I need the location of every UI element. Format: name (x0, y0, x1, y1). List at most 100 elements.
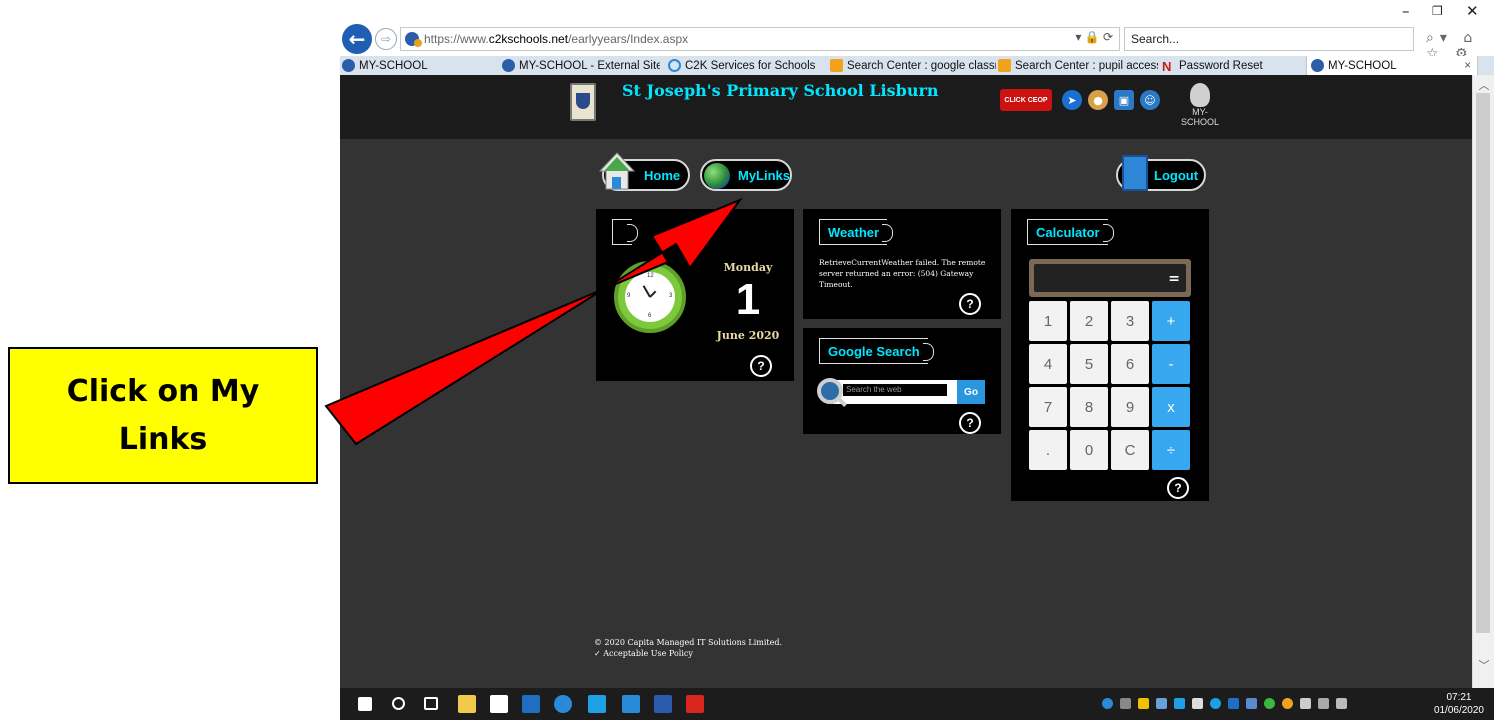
logo-text: MY-SCHOOL (1180, 107, 1219, 127)
google-help-icon[interactable]: ? (959, 412, 981, 434)
scroll-thumb[interactable] (1476, 93, 1490, 633)
scroll-down-icon[interactable]: ﹀ (1476, 657, 1492, 672)
calc-key[interactable]: 4 (1029, 344, 1067, 384)
google-search-panel: Google Search Search the web Go ? (803, 328, 1001, 434)
calc-key[interactable]: 7 (1029, 387, 1067, 427)
calc-key[interactable]: 2 (1070, 301, 1108, 341)
calc-key[interactable]: 5 (1070, 344, 1108, 384)
clock-day: Monday (723, 261, 773, 274)
cookie-icon[interactable]: ● (1088, 90, 1108, 110)
mylinks-button[interactable]: MyLinks (700, 159, 792, 191)
calc-key-clear[interactable]: C (1111, 430, 1149, 470)
logout-button[interactable]: Logout (1116, 155, 1206, 191)
equals-key[interactable]: = (1168, 271, 1180, 287)
door-icon (1122, 155, 1148, 191)
taskbar-clock[interactable]: 07:21 01/06/2020 (1434, 691, 1484, 717)
tab-my-school-external[interactable]: MY-SCHOOL - External Site (502, 56, 660, 75)
pointer-icon[interactable]: ➤ (1062, 90, 1082, 110)
calc-key-minus[interactable]: - (1152, 344, 1190, 384)
calc-key[interactable]: 6 (1111, 344, 1149, 384)
clock-panel: 12 3 6 9 Monday 1 June 2020 ? (596, 209, 794, 381)
tray-icon[interactable] (1282, 698, 1293, 709)
word-icon[interactable] (654, 695, 672, 713)
scrollbar[interactable]: ︿ ﹀ (1472, 75, 1494, 688)
wifi-icon[interactable] (1318, 698, 1329, 709)
calc-key-divide[interactable]: ÷ (1152, 430, 1190, 470)
minimize-button[interactable]: – (1402, 2, 1410, 20)
skype-tray-icon[interactable] (1210, 698, 1221, 709)
web-search-input[interactable]: Search the web (833, 380, 957, 404)
scroll-up-icon[interactable]: ︿ (1476, 77, 1492, 92)
acceptable-use-link[interactable]: ✓ Acceptable Use Policy (594, 648, 782, 659)
head-silhouette-icon (1190, 83, 1210, 107)
tray-icon[interactable] (1174, 698, 1185, 709)
url-domain: c2kschools.net (488, 32, 569, 46)
check-icon: ✓ (594, 649, 604, 658)
tab-my-school-1[interactable]: MY-SCHOOL (342, 56, 512, 75)
ceop-button[interactable]: CLICK CEOP (1000, 89, 1052, 111)
acrobat-icon[interactable] (686, 695, 704, 713)
search-input[interactable]: Search... (1124, 27, 1414, 51)
calc-key[interactable]: 1 (1029, 301, 1067, 341)
tab-my-school-active[interactable]: MY-SCHOOL × (1306, 56, 1478, 75)
internet-explorer-icon[interactable] (554, 695, 572, 713)
task-view-icon[interactable] (424, 697, 438, 710)
tray-icon[interactable] (1246, 698, 1257, 709)
clock-panel-title (612, 219, 638, 245)
site-icon (342, 59, 355, 72)
outlook-icon[interactable] (522, 695, 540, 713)
home-button[interactable]: Home (598, 152, 690, 191)
calc-key[interactable]: . (1029, 430, 1067, 470)
calc-key[interactable]: 0 (1070, 430, 1108, 470)
volume-icon[interactable] (1336, 698, 1347, 709)
search-icon[interactable] (392, 697, 405, 710)
taskbar: 07:21 01/06/2020 (340, 688, 1494, 720)
calculator-help-icon[interactable]: ? (1167, 477, 1189, 499)
tab-password-reset[interactable]: N Password Reset (1162, 56, 1302, 75)
accessibility-icon[interactable]: ☺ (1140, 90, 1160, 110)
info-tray-icon[interactable] (1102, 698, 1113, 709)
calc-key-plus[interactable]: + (1152, 301, 1190, 341)
google-search-title: Google Search (819, 338, 934, 364)
school-name: St Joseph's Primary School Lisburn (622, 81, 939, 100)
close-tab-icon[interactable]: × (1464, 60, 1471, 72)
restore-button[interactable]: ❐ (1432, 4, 1443, 18)
battery-icon[interactable] (1300, 698, 1311, 709)
calc-key[interactable]: 3 (1111, 301, 1149, 341)
tab-bar: MY-SCHOOL MY-SCHOOL - External Site C2K … (340, 56, 1494, 75)
tab-label: Password Reset (1179, 59, 1263, 72)
accessibility-tools-icon[interactable]: ▣ (1114, 90, 1134, 110)
sims-icon[interactable] (490, 695, 508, 713)
weather-help-icon[interactable]: ? (959, 293, 981, 315)
tab-search-pupil-access[interactable]: Search Center : pupil accessi... (998, 56, 1158, 75)
tray-icon[interactable] (1192, 698, 1203, 709)
calc-key[interactable]: 8 (1070, 387, 1108, 427)
address-url[interactable]: https://www.c2kschools.net/earlyyears/In… (424, 32, 688, 46)
browser-window: – ❐ ✕ ← ⇨ https://www.c2kschools.net/ear… (340, 0, 1494, 688)
file-explorer-icon[interactable] (458, 695, 476, 713)
address-bar[interactable]: https://www.c2kschools.net/earlyyears/In… (400, 27, 1120, 51)
tab-c2k-services[interactable]: C2K Services for Schools (668, 56, 828, 75)
back-button[interactable]: ← (342, 24, 372, 54)
folder-icon[interactable] (622, 695, 640, 713)
calc-key-multiply[interactable]: x (1152, 387, 1190, 427)
tray-icon[interactable] (1264, 698, 1275, 709)
tab-search-google-classroom[interactable]: Search Center : google classr... (830, 56, 996, 75)
calc-key[interactable]: 9 (1111, 387, 1149, 427)
tray-icon[interactable] (1156, 698, 1167, 709)
skype-icon[interactable] (588, 695, 606, 713)
shield-tray-icon[interactable] (1138, 698, 1149, 709)
go-button[interactable]: Go (957, 380, 985, 404)
tray-icon[interactable] (1120, 698, 1131, 709)
google-search-form: Search the web Go (817, 378, 987, 404)
clock-time: 07:21 (1446, 692, 1472, 703)
forward-button[interactable]: ⇨ (375, 28, 397, 50)
windows-start-icon[interactable] (358, 697, 372, 711)
url-path: /earlyyears/Index.aspx (568, 32, 689, 46)
outlook-tray-icon[interactable] (1228, 698, 1239, 709)
site-favicon-icon (405, 32, 422, 47)
clock-help-icon[interactable]: ? (750, 355, 772, 377)
close-button[interactable]: ✕ (1466, 2, 1479, 20)
tab-label: MY-SCHOOL (1328, 59, 1397, 72)
address-tools[interactable]: ▾ 🔒 ⟳ (1075, 30, 1113, 44)
